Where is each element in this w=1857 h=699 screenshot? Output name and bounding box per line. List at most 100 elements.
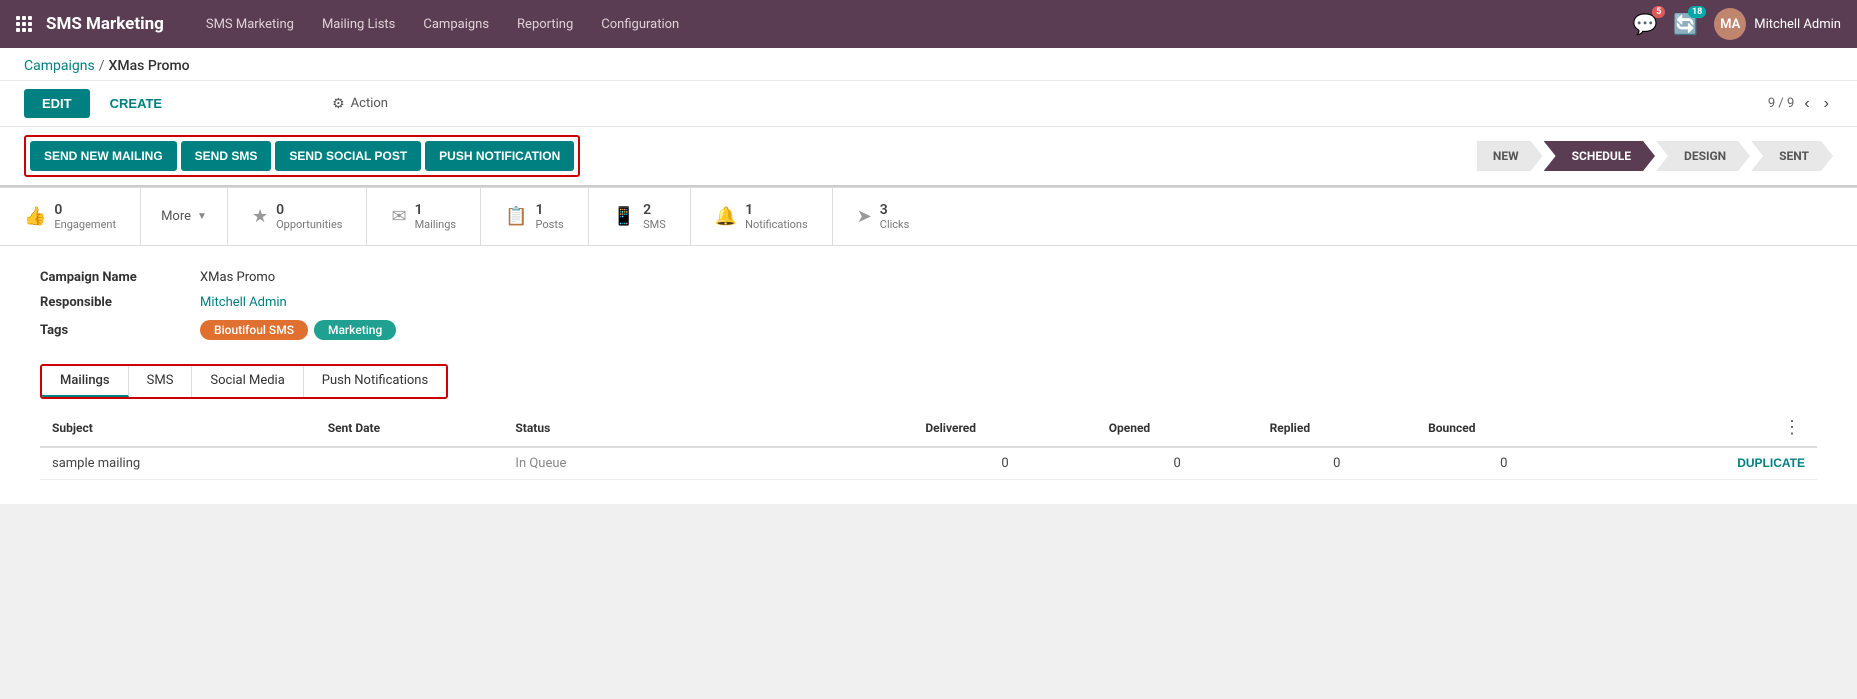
stat-notifications[interactable]: 🔔 1 Notifications (691, 188, 833, 245)
cell-bounced: 0 (1416, 447, 1591, 480)
action-label: Action (351, 96, 388, 111)
refresh-badge: 18 (1688, 6, 1706, 18)
topnav-menu: SMS Marketing Mailing Lists Campaigns Re… (192, 0, 1633, 48)
send-sms-button[interactable]: SEND SMS (181, 141, 272, 171)
breadcrumb-parent[interactable]: Campaigns (24, 58, 95, 74)
nav-campaigns[interactable]: Campaigns (409, 0, 503, 48)
table-row: sample mailing In Queue 0 0 0 0 DUPLICAT… (40, 447, 1817, 480)
stat-clicks-count: 3 (880, 202, 910, 218)
stat-notifications-count: 1 (745, 202, 808, 218)
nav-sms-marketing[interactable]: SMS Marketing (192, 0, 308, 48)
tag-marketing[interactable]: Marketing (314, 320, 396, 340)
pipeline-step-sent[interactable]: SENT (1751, 141, 1833, 171)
column-options-button[interactable]: ⋮ (1779, 417, 1805, 438)
nav-configuration[interactable]: Configuration (587, 0, 693, 48)
responsible-row: Responsible Mitchell Admin (40, 295, 1817, 310)
stat-opportunities-count: 0 (276, 202, 342, 218)
cell-replied: 0 (1258, 447, 1417, 480)
campaign-name-value: XMas Promo (200, 270, 275, 285)
notifications-icon: 🔔 (715, 206, 737, 227)
posts-icon: 📋 (505, 206, 527, 227)
prev-button[interactable]: ‹ (1800, 93, 1813, 115)
stat-notifications-label: Notifications (745, 218, 808, 231)
tab-social-media[interactable]: Social Media (192, 366, 303, 397)
stat-clicks-info: 3 Clicks (880, 202, 910, 231)
cell-duplicate: DUPLICATE (1591, 447, 1817, 480)
stat-mailings-info: 1 Mailings (415, 202, 457, 231)
grid-icon[interactable] (16, 16, 32, 32)
send-social-post-button[interactable]: SEND SOCIAL POST (275, 141, 421, 171)
stat-posts-label: Posts (536, 218, 564, 231)
topnav: SMS Marketing SMS Marketing Mailing List… (0, 0, 1857, 48)
stat-clicks[interactable]: ➤ 3 Clicks (833, 188, 934, 245)
form-section: Campaign Name XMas Promo Responsible Mit… (40, 270, 1817, 340)
refresh-icon-badge[interactable]: 🔄 18 (1673, 12, 1698, 36)
clicks-icon: ➤ (857, 206, 872, 227)
stat-opportunities[interactable]: ★ 0 Opportunities (228, 188, 368, 245)
campaign-name-row: Campaign Name XMas Promo (40, 270, 1817, 285)
page-wrapper: Campaigns / XMas Promo EDIT CREATE ⚙ Act… (0, 48, 1857, 504)
stat-sms[interactable]: 📱 2 SMS (589, 188, 691, 245)
nav-mailing-lists[interactable]: Mailing Lists (308, 0, 409, 48)
responsible-label: Responsible (40, 295, 200, 310)
breadcrumb-separator: / (99, 58, 105, 74)
action-menu[interactable]: ⚙ Action (332, 96, 388, 112)
tag-bioutifoul[interactable]: Bioutifoul SMS (200, 320, 308, 340)
more-label: More (161, 209, 191, 224)
stat-sms-label: SMS (643, 218, 666, 231)
pipeline-step-design[interactable]: DESIGN (1656, 141, 1750, 171)
stat-engagement[interactable]: 👍 0 Engagement (0, 188, 141, 245)
app-brand: SMS Marketing (46, 14, 164, 34)
stat-engagement-label: Engagement (54, 218, 116, 231)
edit-button[interactable]: EDIT (24, 89, 90, 118)
stat-notifications-info: 1 Notifications (745, 202, 808, 231)
stat-mailings-count: 1 (415, 202, 457, 218)
breadcrumb-current: XMas Promo (109, 58, 190, 74)
create-button[interactable]: CREATE (100, 89, 172, 118)
push-notification-button[interactable]: PUSH NOTIFICATION (425, 141, 574, 171)
action-bar: SEND NEW MAILING SEND SMS SEND SOCIAL PO… (0, 127, 1857, 187)
tab-mailings[interactable]: Mailings (42, 366, 129, 397)
stat-engagement-count: 0 (54, 202, 116, 218)
engagement-icon: 👍 (24, 206, 46, 227)
cell-sent-date (316, 447, 504, 480)
duplicate-button[interactable]: DUPLICATE (1737, 456, 1805, 470)
stat-posts-count: 1 (536, 202, 564, 218)
col-actions: ⋮ (1591, 409, 1817, 447)
pipeline-step-new[interactable]: NEW (1477, 141, 1543, 171)
chat-icon-badge[interactable]: 💬 5 (1632, 12, 1657, 36)
sms-icon: 📱 (613, 206, 635, 227)
tabs-section: Mailings SMS Social Media Push Notificat… (40, 364, 1817, 399)
toolbar: EDIT CREATE ⚙ Action 9 / 9 ‹ › (0, 81, 1857, 127)
stat-posts-info: 1 Posts (536, 202, 564, 231)
action-buttons-group: SEND NEW MAILING SEND SMS SEND SOCIAL PO… (24, 135, 580, 177)
pager-text: 9 / 9 (1768, 96, 1794, 111)
send-new-mailing-button[interactable]: SEND NEW MAILING (30, 141, 177, 171)
campaign-name-label: Campaign Name (40, 270, 200, 285)
col-subject: Subject (40, 409, 316, 447)
pipeline-step-schedule[interactable]: SCHEDULE (1544, 141, 1655, 171)
stats-bar: 👍 0 Engagement More ▼ ★ 0 Opportunities … (0, 187, 1857, 246)
nav-reporting[interactable]: Reporting (503, 0, 587, 48)
next-button[interactable]: › (1820, 93, 1833, 115)
stat-more[interactable]: More ▼ (141, 188, 228, 245)
tab-sms[interactable]: SMS (129, 366, 193, 397)
cell-delivered: 0 (913, 447, 1096, 480)
chat-badge: 5 (1652, 6, 1665, 18)
pager: 9 / 9 ‹ › (1768, 93, 1833, 115)
responsible-value[interactable]: Mitchell Admin (200, 295, 287, 310)
stat-mailings-label: Mailings (415, 218, 457, 231)
stat-engagement-info: 0 Engagement (54, 202, 116, 231)
avatar: MA (1714, 8, 1746, 40)
stat-mailings[interactable]: ✉ 1 Mailings (367, 188, 481, 245)
cell-opened: 0 (1097, 447, 1258, 480)
stat-posts[interactable]: 📋 1 Posts (481, 188, 589, 245)
user-avatar-menu[interactable]: MA Mitchell Admin (1714, 8, 1841, 40)
stat-opportunities-label: Opportunities (276, 218, 342, 231)
tab-push-notifications[interactable]: Push Notifications (304, 366, 446, 397)
tabs-container: Mailings SMS Social Media Push Notificat… (40, 364, 448, 399)
cell-subject: sample mailing (40, 447, 316, 480)
tags-row: Tags Bioutifoul SMS Marketing (40, 320, 1817, 340)
stat-sms-count: 2 (643, 202, 666, 218)
data-table: Subject Sent Date Status Delivered Opene… (40, 409, 1817, 480)
